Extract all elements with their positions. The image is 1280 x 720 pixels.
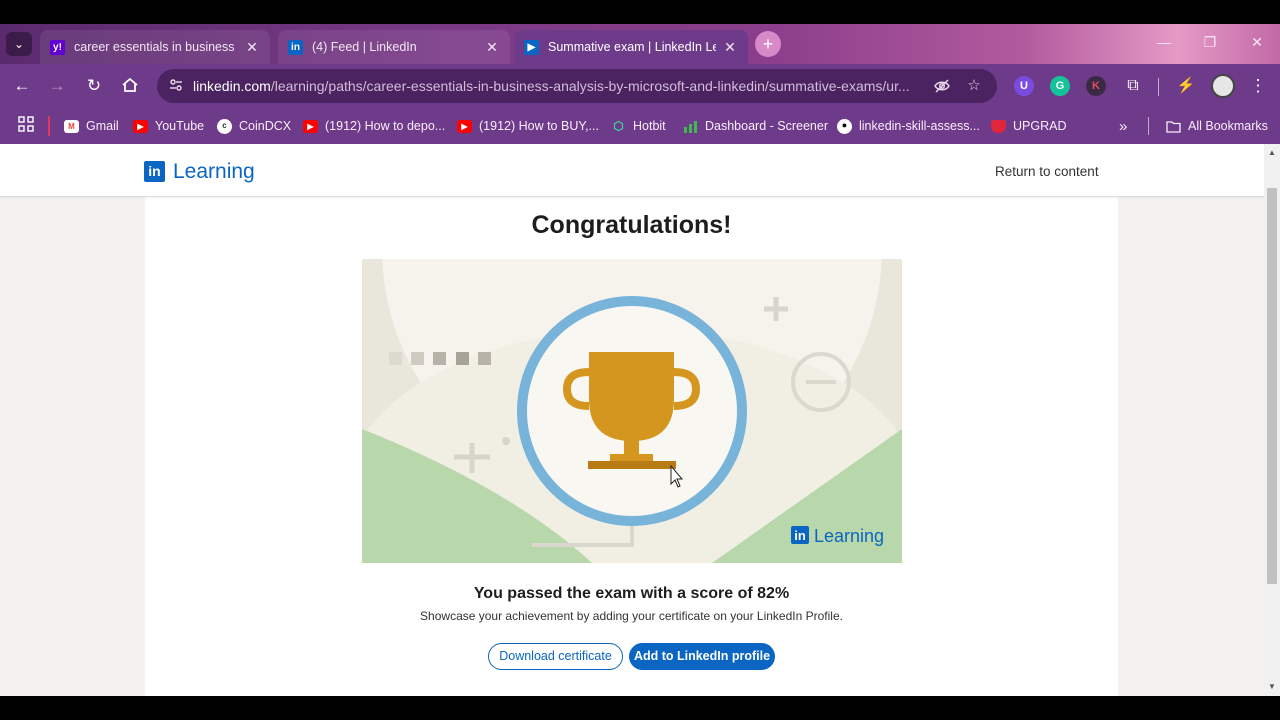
toolbar-divider bbox=[1158, 78, 1159, 96]
page-viewport: in Learning Return to content Congratula… bbox=[0, 144, 1264, 696]
add-to-linkedin-profile-button[interactable]: Add to LinkedIn profile bbox=[629, 643, 775, 670]
trophy-illustration: in Learning bbox=[362, 259, 902, 563]
extension-u-icon[interactable]: U bbox=[1014, 76, 1034, 96]
bookmark-star-icon[interactable]: ☆ bbox=[965, 77, 983, 95]
bookmark-label: linkedin-skill-assess... bbox=[859, 119, 980, 133]
new-tab-button[interactable]: + bbox=[755, 31, 781, 57]
browser-toolbar: ← → ↻ linkedin.com/learning/paths/career… bbox=[0, 64, 1280, 108]
bookmark-how-to-deposit[interactable]: ▶ (1912) How to depo... bbox=[303, 117, 445, 135]
github-icon: ● bbox=[837, 118, 852, 134]
upgrad-icon bbox=[991, 119, 1006, 133]
bookmark-gmail[interactable]: M Gmail bbox=[64, 117, 119, 135]
bookmark-hotbit[interactable]: ⬡ Hotbit bbox=[611, 117, 666, 135]
bookmark-upgrad[interactable]: UPGRAD bbox=[991, 117, 1066, 135]
minimize-icon[interactable]: — bbox=[1154, 34, 1174, 50]
linkedin-learning-icon: ▶ bbox=[524, 39, 539, 55]
bookmarks-divider bbox=[48, 116, 50, 136]
close-icon[interactable]: ✕ bbox=[244, 39, 260, 56]
tab-summative-exam[interactable]: ▶ Summative exam | LinkedIn Lea ✕ bbox=[514, 30, 748, 64]
close-icon[interactable]: ✕ bbox=[722, 39, 738, 56]
extension-k-icon[interactable]: K bbox=[1086, 76, 1106, 96]
bookmark-label: All Bookmarks bbox=[1188, 119, 1268, 133]
linkedin-logo-icon[interactable]: in bbox=[144, 161, 165, 182]
youtube-icon: ▶ bbox=[303, 119, 318, 133]
tab-search-button[interactable]: ⌄ bbox=[6, 32, 32, 56]
bookmark-how-to-buy[interactable]: ▶ (1912) How to BUY,... bbox=[457, 117, 599, 135]
close-window-icon[interactable]: ✕ bbox=[1247, 34, 1267, 51]
showcase-message: Showcase your achievement by adding your… bbox=[420, 609, 843, 623]
bookmark-linkedin-skill-assessments[interactable]: ● linkedin-skill-assess... bbox=[837, 117, 980, 135]
yahoo-icon: y! bbox=[50, 39, 65, 55]
scroll-down-icon[interactable]: ▼ bbox=[1267, 682, 1277, 691]
more-bookmarks-button[interactable]: » bbox=[1119, 117, 1127, 135]
browser-menu-icon[interactable]: ⋮ bbox=[1248, 76, 1268, 96]
reload-icon[interactable]: ↻ bbox=[84, 76, 104, 96]
bookmarks-divider-right bbox=[1148, 117, 1149, 135]
bookmark-dashboard-screener[interactable]: Dashboard - Screener bbox=[683, 117, 828, 135]
bookmark-label: YouTube bbox=[155, 119, 205, 133]
hotbit-icon: ⬡ bbox=[613, 118, 624, 133]
tab-title: career essentials in business an bbox=[74, 40, 238, 54]
chart-bars-icon bbox=[683, 120, 698, 133]
youtube-icon: ▶ bbox=[133, 119, 148, 133]
home-icon[interactable] bbox=[120, 76, 140, 96]
learning-logo-text[interactable]: Learning bbox=[173, 160, 255, 184]
youtube-icon: ▶ bbox=[457, 119, 472, 133]
bookmark-label: Hotbit bbox=[633, 119, 666, 133]
folder-icon bbox=[1166, 120, 1181, 133]
grammarly-icon[interactable]: G bbox=[1050, 76, 1070, 96]
close-icon[interactable]: ✕ bbox=[484, 39, 500, 56]
apps-grid-icon[interactable] bbox=[16, 116, 36, 136]
browser-tab-strip: ⌄ y! career essentials in business an ✕ … bbox=[0, 24, 1280, 64]
exam-result-card: Congratulations! in Learning You passed … bbox=[145, 197, 1118, 696]
gmail-icon: M bbox=[64, 119, 79, 133]
tab-title: Summative exam | LinkedIn Lea bbox=[548, 40, 716, 54]
address-bar[interactable]: linkedin.com/learning/paths/career-essen… bbox=[157, 69, 997, 103]
return-to-content-link[interactable]: Return to content bbox=[995, 164, 1099, 179]
bookmark-youtube[interactable]: ▶ YouTube bbox=[133, 117, 204, 135]
page-title: Congratulations! bbox=[531, 211, 732, 239]
performance-icon[interactable]: ⚡ bbox=[1176, 76, 1196, 96]
bookmark-label: (1912) How to BUY,... bbox=[479, 119, 599, 133]
site-info-icon[interactable] bbox=[167, 77, 185, 95]
url-text: linkedin.com/learning/paths/career-essen… bbox=[193, 78, 923, 94]
bottom-black-bar bbox=[0, 696, 1280, 720]
tab-career-essentials[interactable]: y! career essentials in business an ✕ bbox=[40, 30, 270, 64]
linkedin-icon: in bbox=[288, 39, 303, 55]
eye-off-icon[interactable] bbox=[933, 77, 951, 95]
badge-learning-text: Learning bbox=[814, 526, 884, 546]
bookmarks-bar: M Gmail ▶ YouTube c CoinDCX ▶ (1912) How… bbox=[0, 108, 1280, 144]
url-host: linkedin.com bbox=[193, 78, 271, 94]
tab-title: (4) Feed | LinkedIn bbox=[312, 40, 417, 54]
extensions-puzzle-icon[interactable]: ⧉ bbox=[1123, 76, 1143, 96]
restore-icon[interactable]: ❐ bbox=[1200, 34, 1220, 51]
tab-linkedin-feed[interactable]: in (4) Feed | LinkedIn ✕ bbox=[278, 30, 510, 64]
page-scrollbar[interactable]: ▲ ▼ bbox=[1264, 144, 1280, 696]
top-black-bar bbox=[0, 0, 1280, 24]
bookmark-coindcx[interactable]: c CoinDCX bbox=[217, 117, 291, 135]
learning-header: in Learning Return to content bbox=[0, 144, 1264, 197]
scroll-up-icon[interactable]: ▲ bbox=[1267, 148, 1277, 157]
forward-icon[interactable]: → bbox=[47, 76, 67, 96]
all-bookmarks-button[interactable]: All Bookmarks bbox=[1166, 117, 1268, 135]
bookmark-label: CoinDCX bbox=[239, 119, 292, 133]
url-path: /learning/paths/career-essentials-in-bus… bbox=[270, 78, 910, 94]
bookmark-label: Gmail bbox=[86, 119, 119, 133]
profile-avatar[interactable] bbox=[1211, 74, 1235, 98]
bookmark-label: UPGRAD bbox=[1013, 119, 1067, 133]
scroll-thumb[interactable] bbox=[1267, 188, 1277, 584]
download-certificate-button[interactable]: Download certificate bbox=[488, 643, 623, 670]
back-icon[interactable]: ← bbox=[12, 76, 32, 96]
badge-linkedin-mark: in bbox=[794, 528, 806, 543]
bookmark-label: Dashboard - Screener bbox=[705, 119, 828, 133]
bookmark-label: (1912) How to depo... bbox=[325, 119, 446, 133]
coindcx-icon: c bbox=[217, 118, 232, 134]
score-message: You passed the exam with a score of 82% bbox=[473, 585, 790, 602]
